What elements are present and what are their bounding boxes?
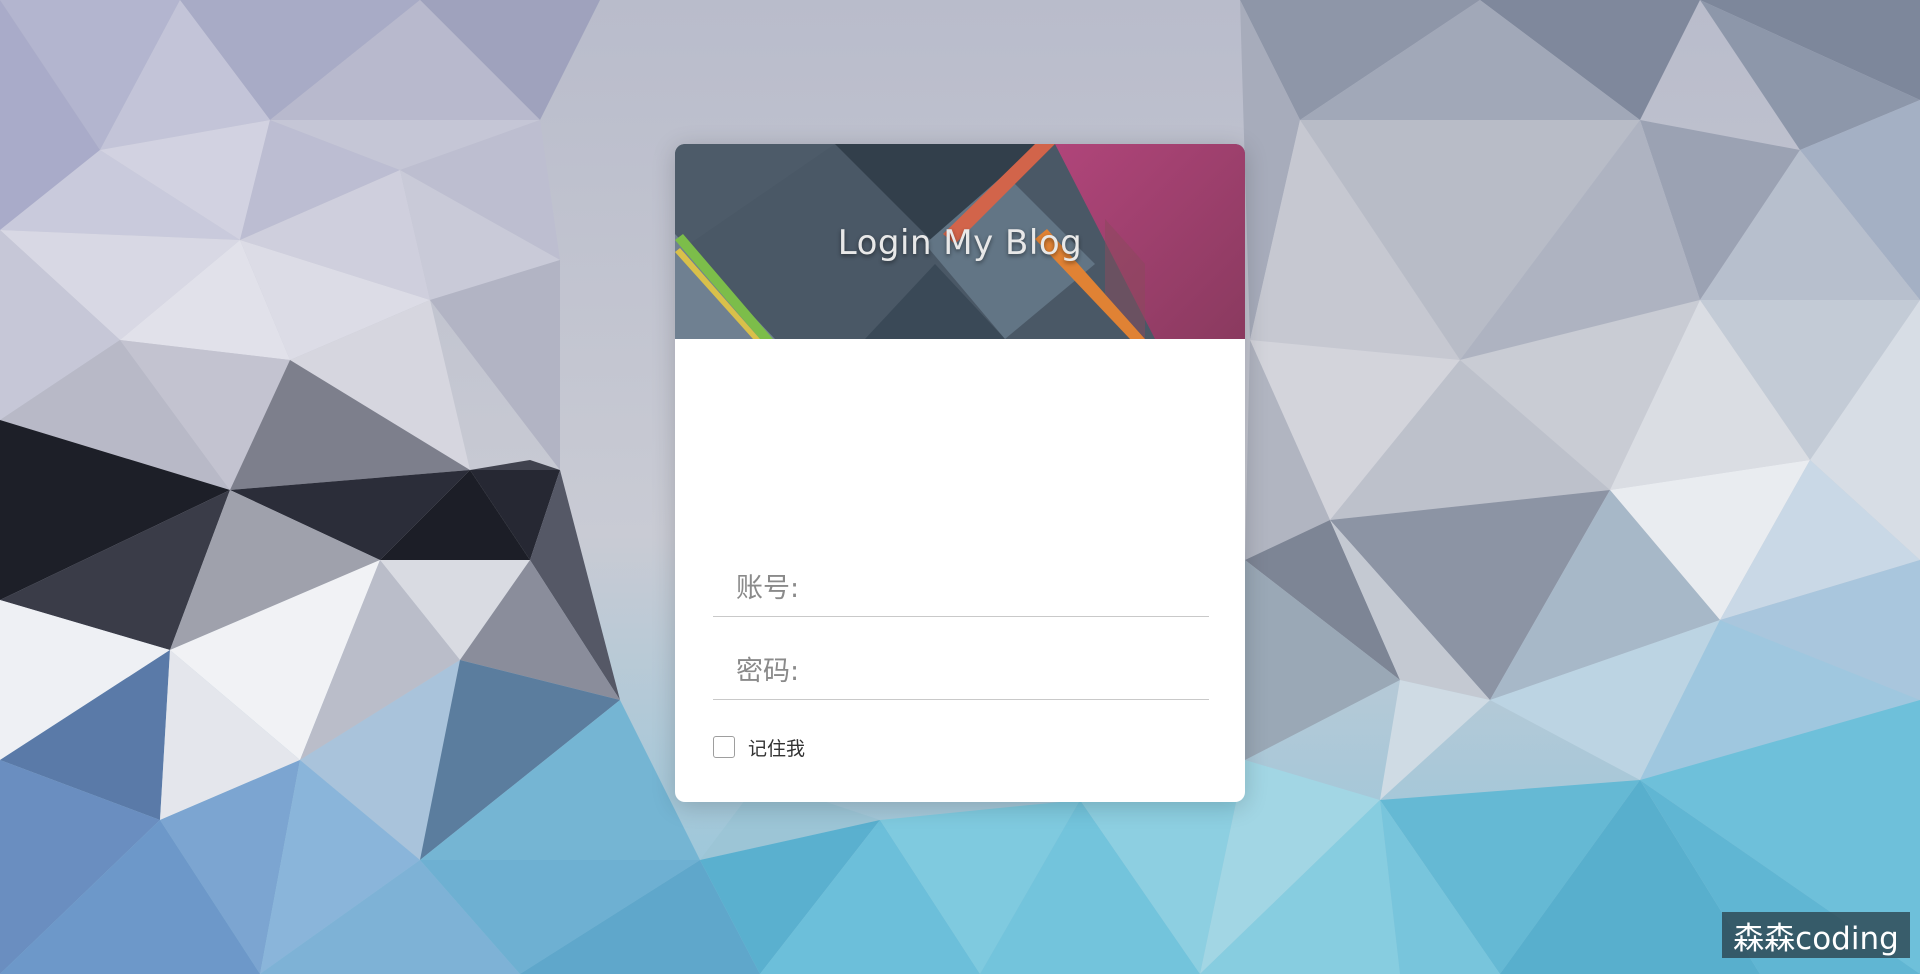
remember-me-checkbox[interactable] xyxy=(713,736,735,758)
username-input[interactable] xyxy=(807,559,1209,611)
watermark: 森森coding xyxy=(1722,912,1910,958)
username-label: 账号: xyxy=(736,572,800,604)
remember-me[interactable]: 记住我 xyxy=(713,732,805,762)
login-card: Login My Blog 账号: 密码: 记住我 登 录 xyxy=(675,144,1245,802)
password-input[interactable] xyxy=(807,642,1209,694)
password-label: 密码: xyxy=(736,655,800,687)
page-title: Login My Blog xyxy=(837,222,1083,263)
card-header: Login My Blog xyxy=(675,144,1245,339)
password-field[interactable]: 密码: xyxy=(713,637,1209,700)
username-field[interactable]: 账号: xyxy=(713,554,1209,617)
remember-me-label[interactable]: 记住我 xyxy=(748,734,805,761)
